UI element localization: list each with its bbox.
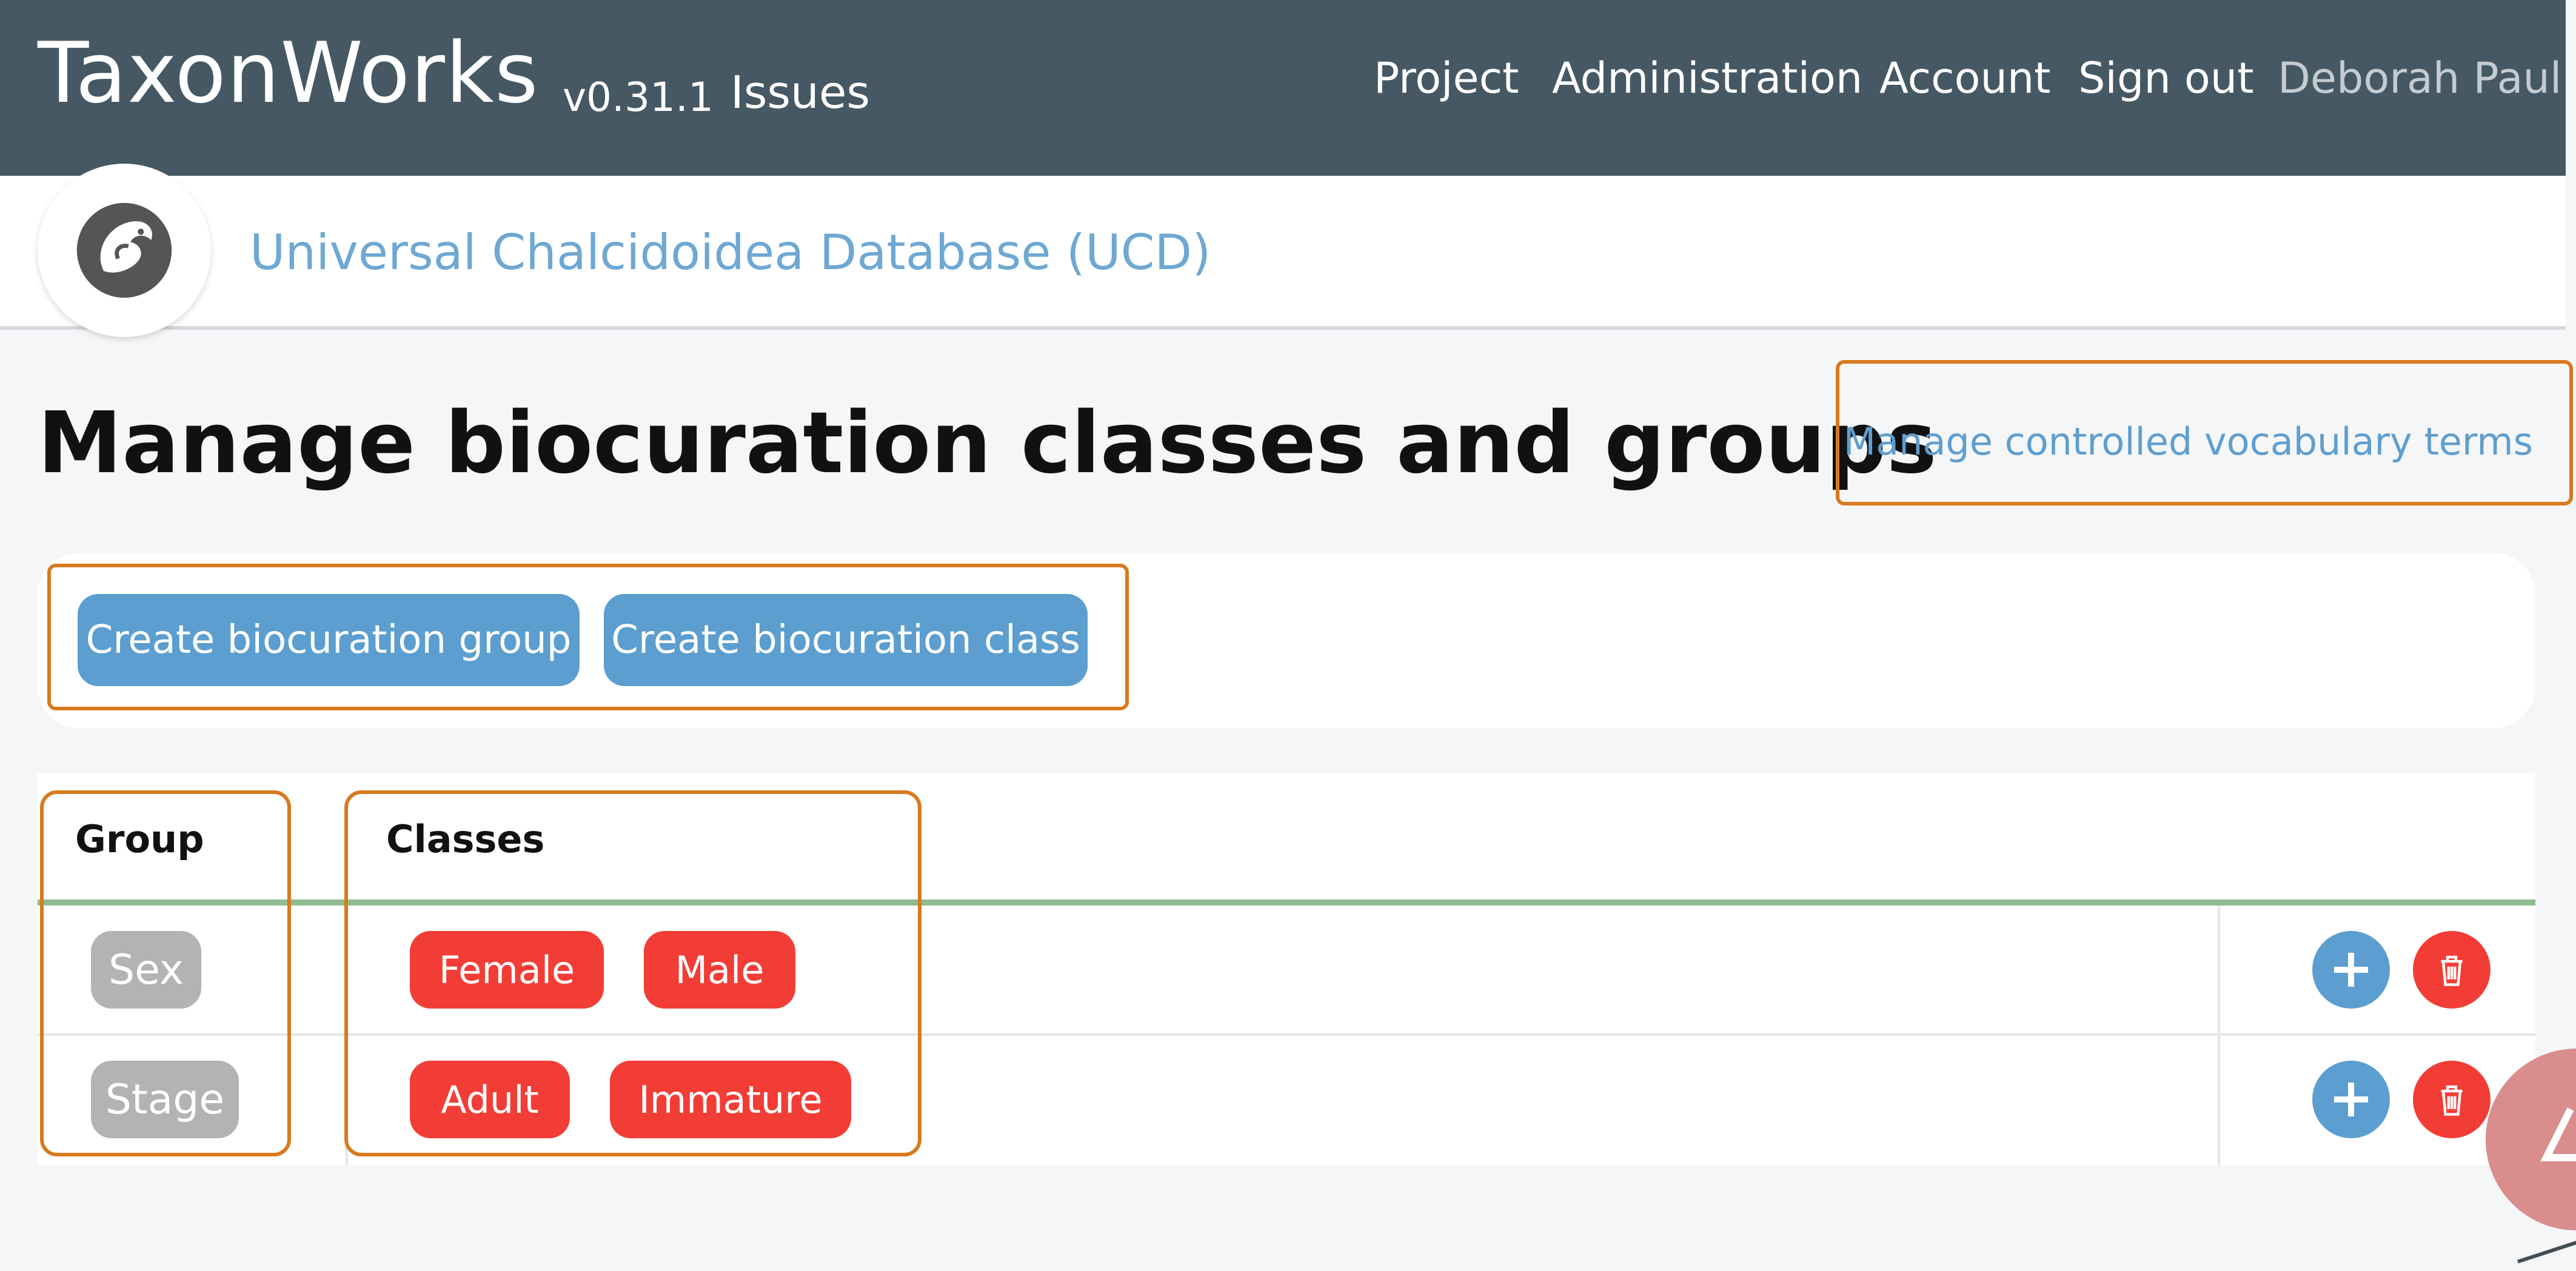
class-badge-immature[interactable]: Immature [610,1061,851,1138]
version-label: v0.31.1 [563,74,714,121]
controlled-vocabulary-link-box: Manage controlled vocabulary terms [1836,360,2573,505]
delete-group-button[interactable] [2413,931,2491,1009]
top-navigation-bar: TaxonWorks v0.31.1 Issues Project Admini… [0,0,2566,176]
create-biocuration-class-button[interactable]: Create biocuration class [604,594,1088,686]
class-badge-female[interactable]: Female [410,931,604,1009]
issues-link[interactable]: Issues [731,67,870,119]
add-class-button[interactable] [2312,931,2390,1009]
trash-icon [2441,955,2463,986]
nav-user-name[interactable]: Deborah Paul [2278,53,2561,103]
project-name-link[interactable]: Universal Chalcidoidea Database (UCD) [250,224,1211,281]
add-class-button[interactable] [2312,1061,2390,1138]
plus-icon [2334,953,2368,987]
class-badge-adult[interactable]: Adult [410,1061,570,1138]
column-divider [2218,906,2220,1165]
help-icon [2540,1107,2576,1161]
corner-decoration [2517,1237,2576,1264]
project-logo[interactable] [38,164,211,337]
delete-group-button[interactable] [2413,1061,2491,1138]
controlled-vocabulary-link[interactable]: Manage controlled vocabulary terms [1844,419,2533,464]
plus-icon [2334,1083,2368,1116]
page-title: Manage biocuration classes and groups [38,394,1937,493]
nav-administration[interactable]: Administration [1552,53,1862,103]
group-badge-sex[interactable]: Sex [91,931,201,1009]
nav-sign-out[interactable]: Sign out [2078,53,2254,103]
dragon-logo-icon [76,202,172,298]
trash-icon [2441,1085,2463,1116]
nav-account[interactable]: Account [1879,53,2051,103]
class-badge-male[interactable]: Male [644,931,795,1009]
group-badge-stage[interactable]: Stage [91,1061,239,1138]
nav-project[interactable]: Project [1374,53,1519,103]
create-biocuration-group-button[interactable]: Create biocuration group [78,594,580,686]
brand-logo-text[interactable]: TaxonWorks [38,32,539,115]
